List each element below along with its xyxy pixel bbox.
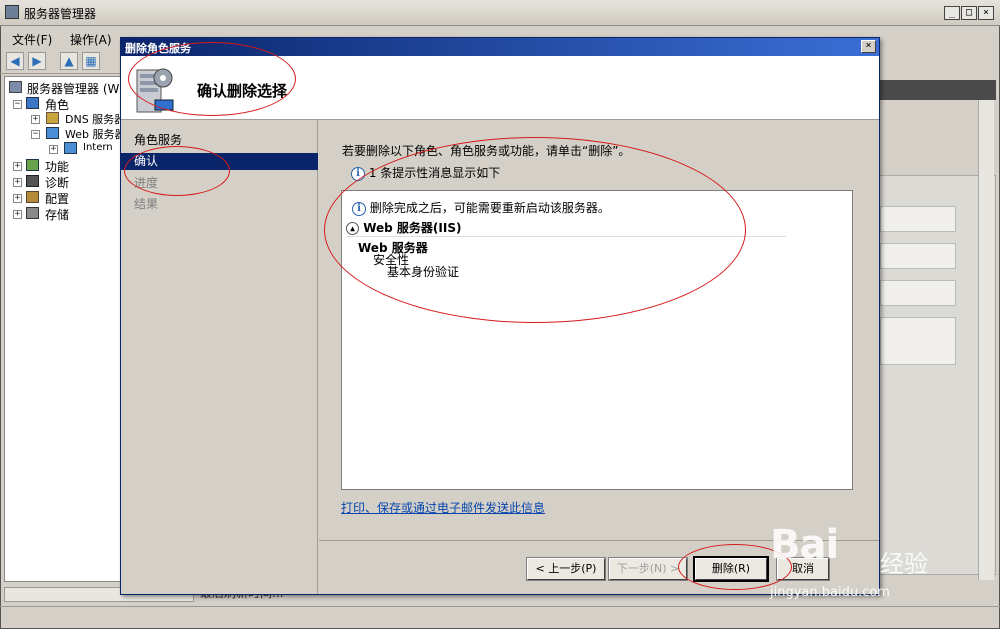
info-icon: i [351,166,365,181]
page-title: 确认删除选择 [197,82,288,100]
details-box [880,206,956,232]
watermark-logo-cn: 经验 [880,550,928,578]
previous-button[interactable]: < 上一步(P) [526,557,606,581]
details-box [880,243,956,269]
web-server-icon [46,127,59,139]
delete-button[interactable]: 删除(R) [693,556,769,582]
configuration-icon [26,191,39,203]
tree-node-features[interactable]: 功能 [45,158,69,175]
tree-node-dns[interactable]: DNS 服务器 [65,111,125,127]
dns-server-icon [46,112,59,124]
iis-manager-icon [64,142,77,154]
server-manager-icon [9,81,22,93]
restart-notice-text: 删除完成之后，可能需要重新启动该服务器。 [369,201,610,215]
menu-action[interactable]: 操作(A) [70,31,112,48]
info-icon: i [352,201,366,216]
wizard-steps-nav: 角色服务 确认 进度 结果 [121,120,318,594]
nav-step-role-services[interactable]: 角色服务 [121,132,318,149]
next-button[interactable]: 下一步(N) > [608,557,688,581]
section-web-server-iis[interactable]: ▲ Web 服务器(IIS) [346,219,786,237]
chevron-up-icon[interactable]: ▲ [346,222,359,235]
expand-icon[interactable]: + [13,194,22,203]
server-manager-titlebar: 服务器管理器 _ □ × [0,0,1000,26]
section-title: Web 服务器(IIS) [363,221,462,235]
storage-icon [26,207,39,219]
list-item-basic-auth: 基本身份验证 [387,265,460,279]
minimize-button[interactable]: _ [944,6,960,20]
nav-step-results: 结果 [134,197,159,211]
watermark-logo: Bai [770,522,839,568]
watermark-url: jingyan.baidu.com [770,585,890,600]
menu-file[interactable]: 文件(F) [12,31,52,48]
confirmation-list: i 删除完成之后，可能需要重新启动该服务器。 ▲ Web 服务器(IIS) We… [341,190,853,490]
server-role-icon [136,68,174,113]
details-header-bar [878,80,996,100]
tree-node-internet[interactable]: Intern [83,142,113,153]
expand-icon[interactable]: + [31,115,40,124]
diagnostics-icon [26,175,39,187]
print-save-email-link[interactable]: 打印、保存或通过电子邮件发送此信息 [341,499,545,516]
info-summary: i 1 条提示性消息显示如下 [351,164,500,181]
details-box [880,317,956,365]
status-bar [0,606,1000,626]
vertical-scrollbar[interactable] [978,100,994,580]
nav-step-confirm[interactable]: 确认 [121,153,318,170]
maximize-button[interactable]: □ [961,6,977,20]
details-box [880,280,956,306]
server-manager-app-icon [5,5,19,19]
dialog-title: 删除角色服务 [125,42,191,55]
navigation-tree: 服务器管理器 (WI − 角色 + DNS 服务器 − Web 服务器 + In… [4,76,125,582]
dialog-header: 确认删除选择 [121,56,879,120]
tree-node-storage[interactable]: 存储 [45,206,69,223]
tree-node-web-server[interactable]: Web 服务器 [65,126,125,142]
features-icon [26,159,39,171]
server-manager-title: 服务器管理器 [24,7,97,21]
expand-icon[interactable]: + [49,145,58,154]
restart-notice: i 删除完成之后，可能需要重新启动该服务器。 [352,199,610,216]
instruction-text: 若要删除以下角色、角色服务或功能，请单击“删除”。 [342,144,631,158]
expand-icon[interactable]: + [13,178,22,187]
tree-node-configuration[interactable]: 配置 [45,190,69,207]
forward-arrow-icon[interactable]: ▶ [28,52,46,70]
window-close-button[interactable]: × [978,6,994,20]
tree-node-diagnostics[interactable]: 诊断 [45,174,69,191]
dialog-content: 若要删除以下角色、角色服务或功能，请单击“删除”。 i 1 条提示性消息显示如下… [319,120,879,540]
up-folder-icon[interactable]: ▲ [60,52,78,70]
show-tree-icon[interactable]: ▦ [82,52,100,70]
collapse-icon[interactable]: − [13,100,22,109]
remove-role-services-dialog: 删除角色服务 × 确认删除选择 角色服务 确认 进度 结果 若要删除以下角色、角… [120,37,880,595]
expand-icon[interactable]: + [13,162,22,171]
dialog-close-button[interactable]: × [861,40,876,53]
info-count-text: 1 条提示性消息显示如下 [368,166,501,180]
collapse-icon[interactable]: − [31,130,40,139]
nav-step-progress: 进度 [134,176,159,190]
tree-node-server-manager[interactable]: 服务器管理器 (WI [27,80,123,97]
expand-icon[interactable]: + [13,210,22,219]
dialog-titlebar: 删除角色服务 × [121,38,879,56]
roles-icon [26,97,39,109]
back-arrow-icon[interactable]: ◀ [6,52,24,70]
